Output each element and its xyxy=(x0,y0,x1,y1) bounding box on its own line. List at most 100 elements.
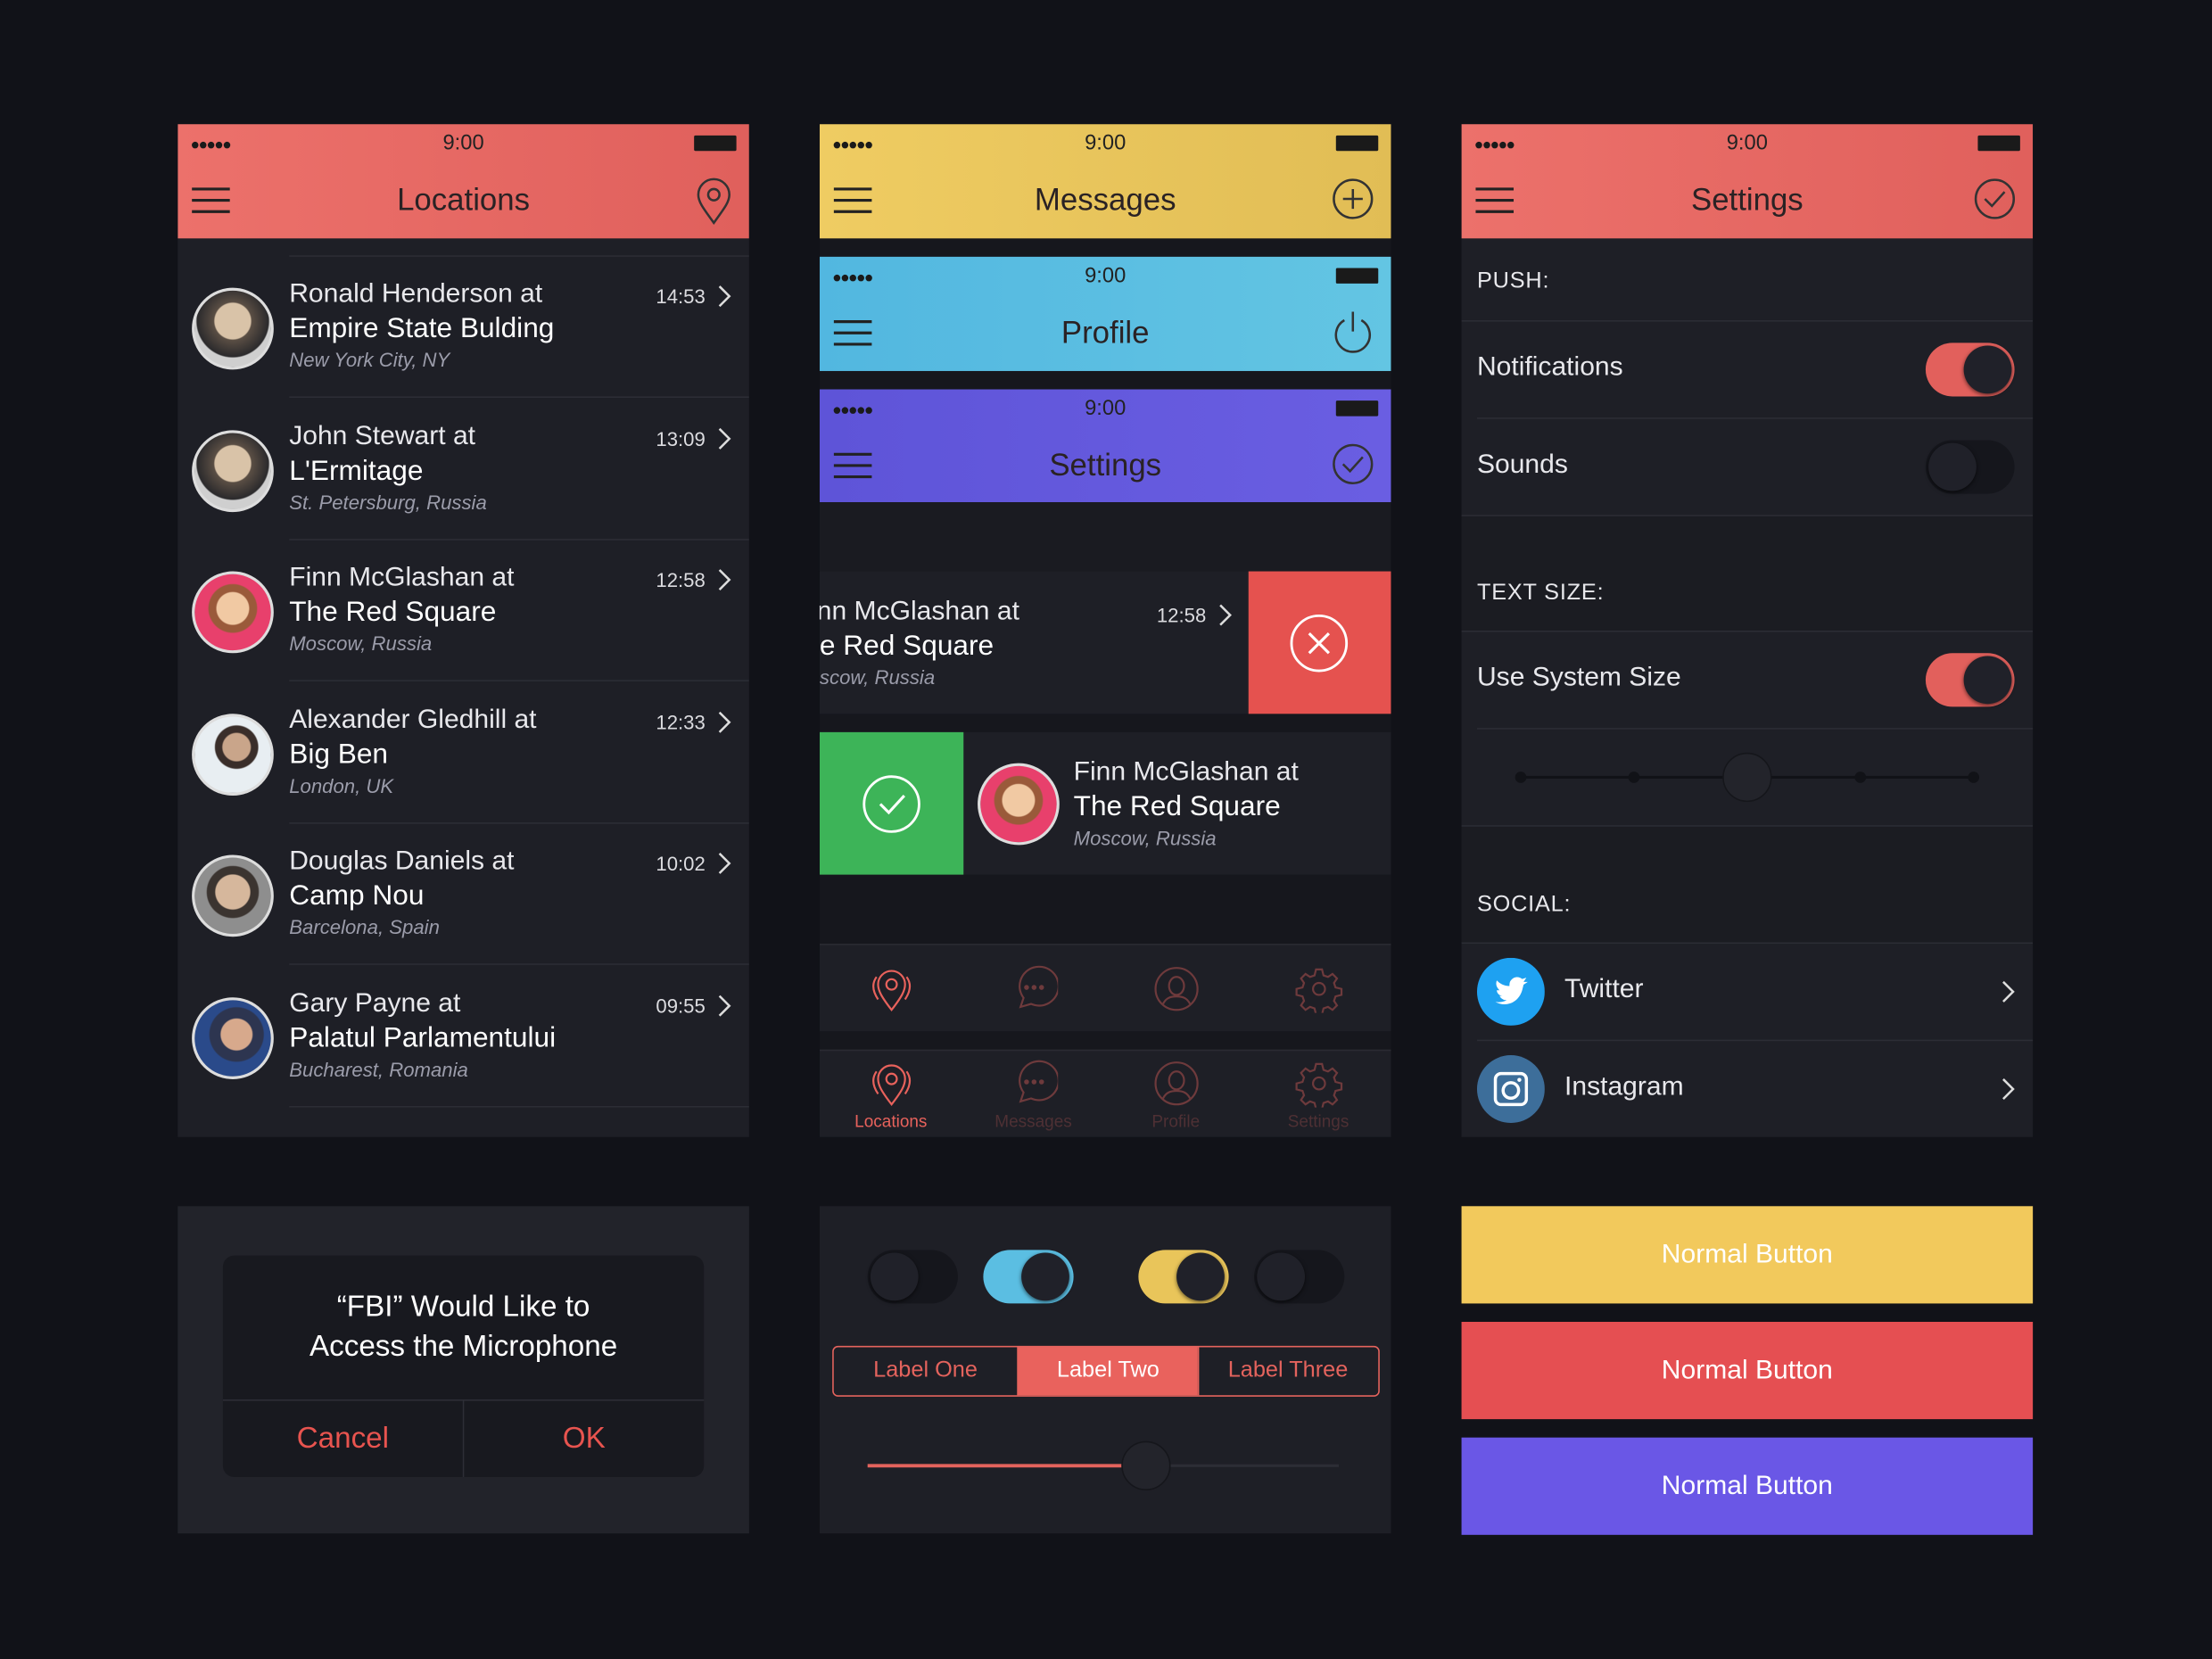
row-place: Big Ben xyxy=(289,738,389,770)
avatar xyxy=(978,763,1060,846)
settings-header: ●●●●● 9:00 Settings xyxy=(1461,124,2034,239)
text-size-slider[interactable] xyxy=(1504,749,1991,805)
list-item[interactable]: Gary Payne at Palatul Parlamentului Buchar… xyxy=(177,966,749,1107)
row-twitter[interactable]: Twitter xyxy=(1476,944,2034,1042)
alert-message: Access the Microphone xyxy=(309,1330,618,1363)
row-city: Moscow, Russia xyxy=(1073,826,1217,850)
chat-bubble-icon xyxy=(1018,1060,1060,1103)
list-item[interactable]: Douglas Daniels at Camp Nou Barcelona, Spa… xyxy=(177,824,749,965)
tab-messages[interactable] xyxy=(962,965,1105,1020)
avatar xyxy=(192,429,274,512)
tab-profile[interactable]: Profile xyxy=(1104,1060,1247,1131)
row-title: John Stewart at xyxy=(289,421,476,451)
row-time: 14:53 xyxy=(656,285,706,308)
toggle-4[interactable] xyxy=(1254,1250,1345,1304)
row-time: 10:02 xyxy=(656,852,706,875)
check-circle-icon[interactable] xyxy=(1974,177,2016,219)
normal-button-purple[interactable]: Normal Button xyxy=(1461,1437,2034,1535)
tab-locations[interactable] xyxy=(820,965,962,1020)
check-circle-icon[interactable] xyxy=(1332,443,1374,485)
segment-1[interactable]: Label One xyxy=(834,1347,1018,1395)
profile-icon xyxy=(1153,967,1198,1011)
chevron-right-icon xyxy=(718,994,732,1023)
section-social: SOCIAL: xyxy=(1461,826,2034,945)
tab-settings[interactable] xyxy=(1247,965,1390,1020)
messages-header: ●●●●● 9:00 Messages xyxy=(819,124,1391,239)
segment-2[interactable]: Label Two xyxy=(1017,1347,1198,1396)
ok-button[interactable]: OK xyxy=(464,1399,704,1477)
row-title: Gary Payne at xyxy=(289,987,461,1019)
settings-header-purple: ●●●●● 9:00 Settings xyxy=(819,389,1391,503)
map-pin-icon[interactable] xyxy=(696,177,732,226)
chevron-right-icon xyxy=(718,285,732,314)
normal-button-yellow[interactable]: Normal Button xyxy=(1461,1206,2034,1304)
avatar xyxy=(192,571,274,654)
instagram-icon xyxy=(1476,1055,1545,1123)
chevron-right-icon xyxy=(718,426,732,456)
tab-label: Messages xyxy=(995,1111,1072,1132)
row-place: Camp Nou xyxy=(289,879,425,912)
row-place: Palatul Parlamentului xyxy=(289,1021,557,1053)
avatar xyxy=(192,713,274,796)
tab-profile[interactable] xyxy=(1104,965,1247,1020)
list-item[interactable]: Alexander Gledhill at Big Ben London, UK 12… xyxy=(177,682,749,823)
battery-icon xyxy=(1335,268,1379,284)
swipe-delete-row[interactable]: nn McGlashan at e Red Square scow, Russi… xyxy=(819,571,1391,714)
status-time: 9:00 xyxy=(1085,396,1127,421)
chevron-right-icon xyxy=(718,852,732,881)
profile-header: ●●●●● 9:00 Profile xyxy=(819,256,1391,371)
row-title: nn McGlashan at xyxy=(819,597,1019,627)
row-place: The Red Square xyxy=(289,597,497,628)
accept-button[interactable] xyxy=(819,731,964,875)
toggle-3[interactable] xyxy=(1138,1250,1229,1304)
row-place: Empire State Bulding xyxy=(289,313,555,344)
status-time: 9:00 xyxy=(442,131,484,155)
page-title: Locations xyxy=(397,182,531,218)
sounds-toggle[interactable] xyxy=(1925,440,2015,494)
delete-button[interactable] xyxy=(1248,571,1391,714)
row-place: e Red Square xyxy=(819,630,995,662)
text-size-slider-row xyxy=(1461,730,2034,827)
row-city: St. Petersburg, Russia xyxy=(289,490,487,513)
toggle-1[interactable] xyxy=(867,1250,958,1304)
slider-tick xyxy=(1515,772,1527,783)
slider-tick xyxy=(1854,772,1867,783)
section-text-size: TEXT SIZE: xyxy=(1461,516,2034,632)
alert-dialog: “FBI” Would Like to Access the Microphon… xyxy=(222,1255,705,1477)
notifications-toggle[interactable] xyxy=(1925,343,2015,397)
page-title: Profile xyxy=(1061,314,1150,351)
slider[interactable] xyxy=(862,1440,1349,1497)
tab-bar-labeled: Locations Messages Profile Settings xyxy=(819,1049,1391,1137)
row-time: 12:58 xyxy=(656,568,706,591)
slider-tick xyxy=(1628,772,1640,783)
tab-locations[interactable]: Locations xyxy=(820,1060,962,1131)
components-screen: ●●●●● 9:00 Messages ●●●●● 9:00 Profile ●… xyxy=(819,124,1391,1137)
tab-settings[interactable]: Settings xyxy=(1247,1060,1390,1131)
toggle-2[interactable] xyxy=(983,1250,1074,1304)
row-instagram[interactable]: Instagram xyxy=(1462,1041,2034,1137)
segment-3[interactable]: Label Three xyxy=(1197,1347,1377,1396)
row-label: Notifications xyxy=(1476,352,1623,383)
section-push: PUSH: xyxy=(1461,238,2034,322)
swipe-accept-row[interactable]: Finn McGlashan at The Red Square Moscow,… xyxy=(819,731,1391,875)
battery-icon xyxy=(1977,135,2020,152)
alert-title: “FBI” Would Like to xyxy=(336,1291,590,1324)
row-title: Finn McGlashan at xyxy=(1073,757,1299,788)
list-item[interactable]: John Stewart at L'Ermitage St. Petersburg,… xyxy=(177,399,749,540)
section-header: SOCIAL: xyxy=(1476,893,1572,918)
tab-messages[interactable]: Messages xyxy=(962,1060,1105,1132)
row-sounds: Sounds xyxy=(1461,419,2034,516)
slider-knob xyxy=(1722,752,1772,803)
normal-button-red[interactable]: Normal Button xyxy=(1461,1321,2034,1420)
plus-circle-icon[interactable] xyxy=(1332,177,1374,219)
row-label: Use System Size xyxy=(1476,663,1681,693)
locations-icon xyxy=(871,970,911,1012)
settings-screen: ●●●●● 9:00 Settings PUSH: Notifications … xyxy=(1461,124,2034,1137)
power-icon[interactable] xyxy=(1332,310,1374,356)
cancel-button[interactable]: Cancel xyxy=(223,1399,463,1477)
avatar xyxy=(192,854,274,937)
list-item[interactable]: Finn McGlashan at The Red Square Moscow, R… xyxy=(177,541,749,681)
list-item[interactable]: Ronald Henderson at Empire State Bulding N… xyxy=(177,257,749,399)
use-system-size-toggle[interactable] xyxy=(1925,653,2015,707)
row-time: 09:55 xyxy=(656,994,706,1017)
